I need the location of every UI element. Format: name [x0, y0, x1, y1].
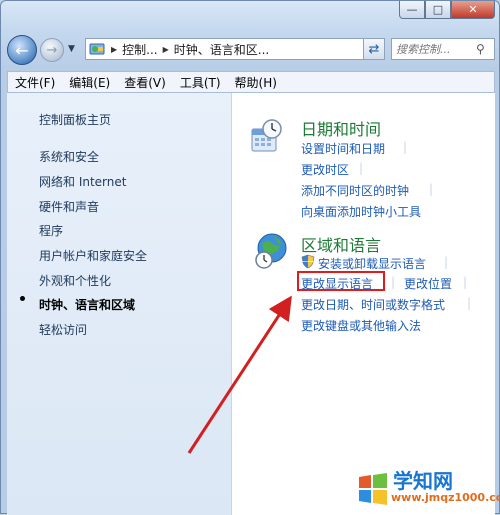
watermark-title: 学知网 [393, 469, 453, 493]
control-panel-window: — □ ✕ ← → ▼ ▶ 控制... ▶ 时钟、语言和区... ▼ ⇄ ⚲ [0, 0, 500, 515]
windows-logo-icon [359, 473, 387, 505]
annotation-arrow-icon [187, 295, 292, 454]
site-watermark: 学知网 www.jmqz1000.com [353, 465, 500, 511]
watermark-url: www.jmqz1000.com [391, 491, 500, 504]
